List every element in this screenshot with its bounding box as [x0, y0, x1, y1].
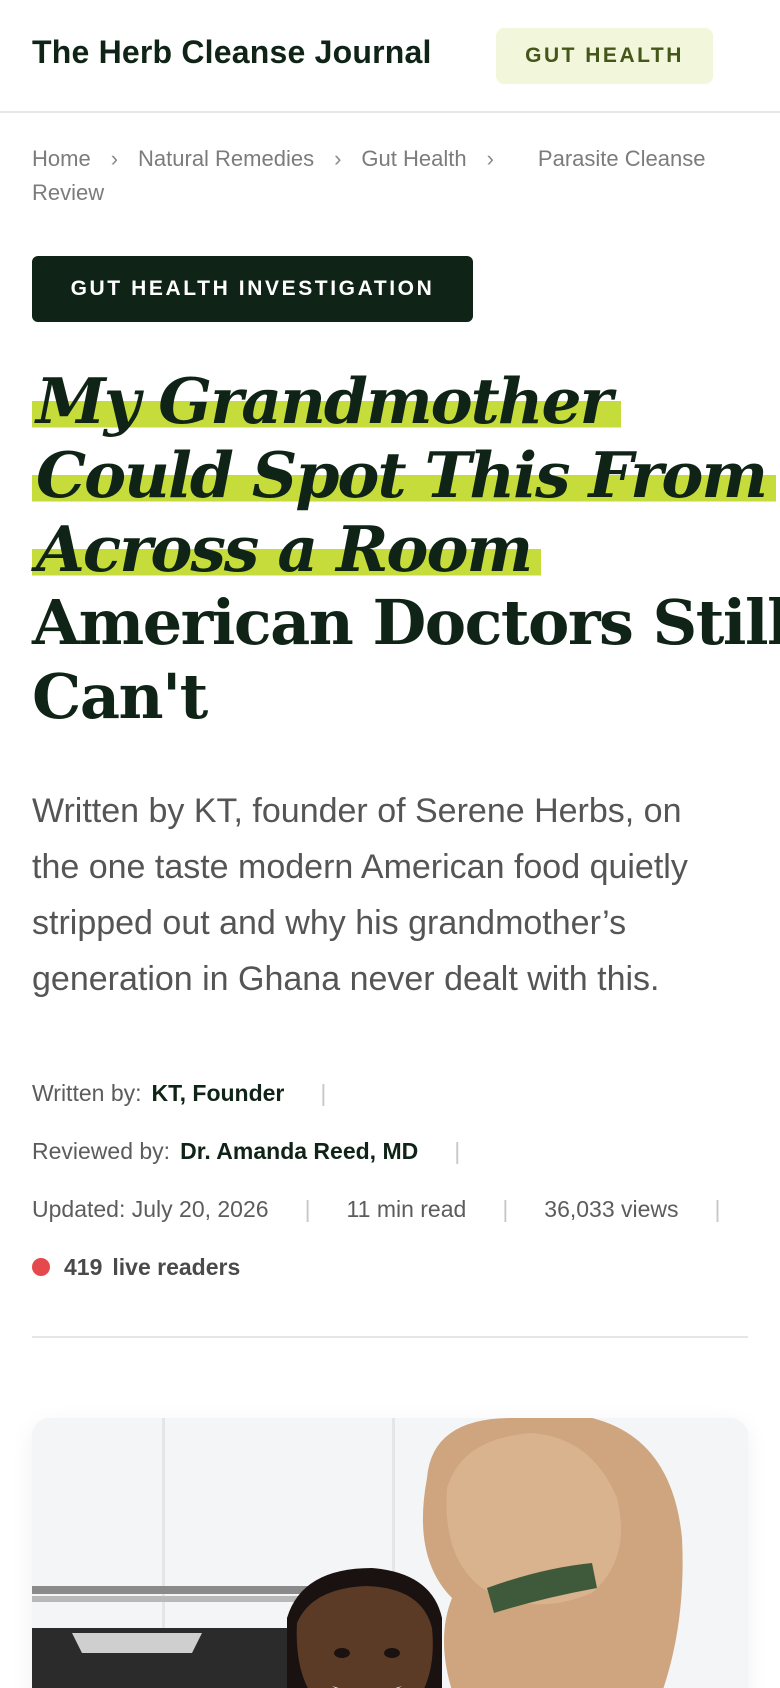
breadcrumb-home[interactable]: Home [32, 146, 91, 171]
breadcrumb-separator-icon: › [110, 146, 119, 171]
breadcrumb-natural-remedies[interactable]: Natural Remedies [138, 146, 314, 171]
article-headline: My Grandmother Could Spot This From Acro… [32, 364, 780, 734]
read-time: 11 min read [346, 1196, 467, 1222]
category-pill[interactable]: GUT HEALTH [496, 28, 713, 84]
live-reader-count: 419 [64, 1254, 103, 1280]
meta-divider: | [454, 1138, 461, 1164]
byline-reviewer: Reviewed by: Dr. Amanda Reed, MD | [32, 1134, 460, 1168]
view-count: 36,033 views [544, 1196, 679, 1222]
live-readers: 419 live readers [32, 1250, 240, 1284]
author-name[interactable]: KT, Founder [152, 1080, 285, 1106]
live-reader-label: live readers [112, 1254, 241, 1280]
headline-plain-line: Can't [32, 660, 208, 733]
headline-plain-line: American Doctors Still [32, 586, 780, 659]
meta-divider: | [714, 1196, 721, 1222]
updated-date: Updated: July 20, 2026 [32, 1196, 269, 1222]
photo-man-with-dog-icon [32, 1418, 748, 1688]
article-dek: Written by KT, founder of Serene Herbs, … [32, 792, 688, 998]
site-title[interactable]: The Herb Cleanse Journal [32, 34, 432, 71]
section-divider [32, 1336, 748, 1338]
reviewer-name[interactable]: Dr. Amanda Reed, MD [180, 1138, 418, 1164]
headline-highlight-line: My Grandmother [32, 364, 752, 438]
written-by-label: Written by: [32, 1080, 142, 1106]
byline-author: Written by: KT, Founder | [32, 1076, 326, 1110]
breadcrumb-separator-icon: › [334, 146, 342, 171]
headline-highlight-line: Could Spot This From [32, 438, 776, 512]
meta-divider: | [320, 1080, 327, 1106]
article-kicker: GUT HEALTH INVESTIGATION [32, 256, 473, 322]
reviewed-by-label: Reviewed by: [32, 1138, 171, 1164]
meta-divider: | [304, 1196, 311, 1222]
meta-divider: | [502, 1196, 509, 1222]
breadcrumb: Home › Natural Remedies › Gut Health › Parasit… [32, 142, 752, 210]
headline-highlight-line: Across a Room [32, 512, 752, 586]
live-dot-icon [32, 1257, 50, 1276]
breadcrumb-gut-health[interactable]: Gut Health [361, 146, 466, 171]
breadcrumb-separator-icon: › [486, 146, 494, 171]
hero-image [32, 1418, 748, 1688]
article-stats: Updated: July 20, 2026 | 11 min read | 36,03… [32, 1192, 721, 1226]
site-header: The Herb Cleanse Journal GUT HEALTH [0, 0, 780, 113]
